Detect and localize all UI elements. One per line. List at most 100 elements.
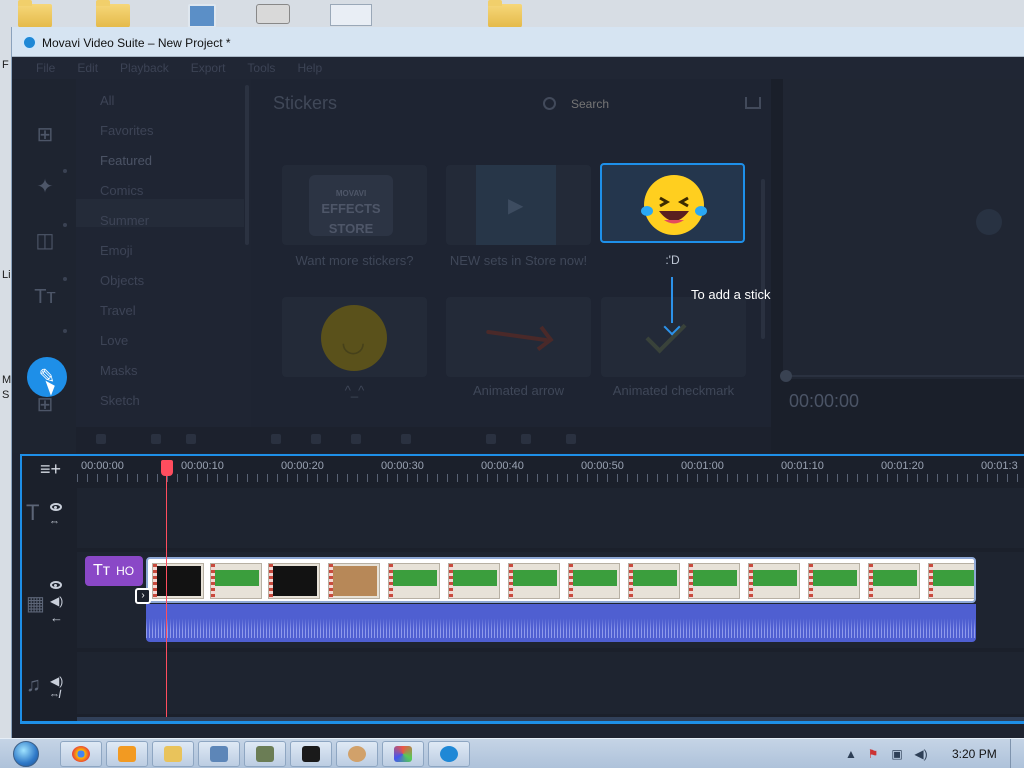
playhead-line[interactable] [166,466,167,721]
playhead-handle[interactable] [161,460,173,476]
toolbar-icon[interactable] [351,434,361,444]
start-button[interactable] [4,739,44,768]
import-icon[interactable]: ⊞ [30,121,60,149]
taskbar: ▲ ⚑ ▣ ◀) 3:20 PM [0,738,1024,768]
network-tray-icon[interactable]: ▣ [890,747,904,761]
preview-seek-knob[interactable] [780,370,792,382]
taskbar-colors-button[interactable] [382,741,424,767]
animated-checkmark-sticker[interactable] [601,297,746,377]
sticker-label: Animated checkmark [612,383,735,398]
timeline: ≡+ T ⇔ ▦ ◀) ← ♫ ◀) ⇎ 00:00:00 00:00:10 0… [20,454,1024,724]
sticker-store-card[interactable]: MOVAVI EFFECTS STORE [282,165,427,245]
cart-icon[interactable] [745,97,761,109]
volume-icon[interactable]: ◀) [914,747,928,761]
chevron-up-icon[interactable]: ▲ [844,747,858,761]
search-icon[interactable] [543,97,556,110]
menu-playback[interactable]: Playback [120,61,169,75]
category-favorites[interactable]: Favorites [100,123,153,138]
unlink-icon[interactable]: ⇎ [49,689,60,701]
toolbar-icon[interactable] [521,434,531,444]
toolbar-icon[interactable] [401,434,411,444]
new-sets-card[interactable] [446,165,591,245]
taskbar-7zip-button[interactable] [290,741,332,767]
toolbar-icon[interactable] [566,434,576,444]
preview-seekbar[interactable] [783,375,1024,377]
category-emoji[interactable]: Emoji [100,243,133,258]
animated-arrow-sticker[interactable] [446,297,591,377]
ruler-ticks [77,474,1024,482]
category-all[interactable]: All [100,93,114,108]
add-track-icon[interactable]: ≡+ [40,460,61,478]
titles-icon[interactable]: Tт [30,283,60,311]
toolbar-icon[interactable] [271,434,281,444]
video-clip[interactable] [146,557,976,603]
menu-file[interactable]: File [36,61,55,75]
folder-icon [164,746,182,762]
show-desktop-button[interactable] [1010,739,1024,768]
ruler-label: 00:01:10 [781,460,824,472]
toolbar-icon[interactable] [486,434,496,444]
computer-icon[interactable] [188,4,216,28]
menu-help[interactable]: Help [297,61,322,75]
title-clip[interactable]: Tт HO [85,556,143,586]
toolbar-icon[interactable] [151,434,161,444]
category-scrollbar[interactable] [245,85,249,245]
category-travel[interactable]: Travel [100,303,136,318]
smile-emoji-sticker[interactable] [282,297,427,377]
taskbar-network-button[interactable] [244,741,286,767]
filters-icon[interactable]: ✦ [30,173,60,201]
transitions-icon[interactable]: ◫ [30,227,60,255]
category-sketch[interactable]: Sketch [100,393,140,408]
taskbar-explorer-button[interactable] [152,741,194,767]
taskbar-movavi-button[interactable] [428,741,470,767]
menu-tools[interactable]: Tools [247,61,275,75]
chrome-icon [72,746,90,762]
chevron-right-icon[interactable]: › [135,588,151,604]
taskbar-clock[interactable]: 3:20 PM [952,747,997,761]
ruler-label: 00:00:30 [381,460,424,472]
category-love[interactable]: Love [100,333,128,348]
menu-export[interactable]: Export [191,61,226,75]
printer-icon[interactable] [256,4,290,24]
speaker-icon[interactable]: ◀) [50,674,63,688]
menu-edit[interactable]: Edit [77,61,98,75]
stickers-scrollbar[interactable] [761,179,765,339]
speaker-icon[interactable]: ◀) [50,594,63,608]
desktop: F Li M S Movavi Video Suite – New Projec… [0,0,1024,768]
taskbar-paint-button[interactable] [336,741,378,767]
media-player-icon [118,746,136,762]
category-summer[interactable]: Summer [100,213,149,228]
toolbar-icon[interactable] [96,434,106,444]
desktop-folder-icon[interactable] [488,0,522,28]
category-objects[interactable]: Objects [100,273,144,288]
arrow-left-icon[interactable]: ← [50,610,63,625]
taskbar-chrome-button[interactable] [60,741,102,767]
category-featured[interactable]: Featured [100,153,152,168]
music-track[interactable] [77,652,1024,714]
timeline-scrollbar[interactable] [77,717,1024,721]
title-track[interactable] [77,488,1024,548]
eye-icon[interactable] [50,503,62,511]
link-icon[interactable]: ⇔ [49,516,60,528]
preview-watermark-icon [976,209,1002,235]
time-ruler[interactable]: 00:00:00 00:00:10 00:00:20 00:00:30 00:0… [77,456,1024,484]
taskbar-media-button[interactable] [106,741,148,767]
title-bar[interactable]: Movavi Video Suite – New Project * [12,27,1024,57]
more-tools-icon[interactable]: ⊞ [30,391,60,419]
flag-icon[interactable]: ⚑ [866,747,880,761]
desktop-folder-icon[interactable] [18,0,52,28]
desktop-folder-icon[interactable] [96,0,130,28]
eye-icon[interactable] [50,581,62,589]
window-icon[interactable] [330,4,372,26]
drag-hint-arrow [671,277,673,323]
taskbar-window-button[interactable] [198,741,240,767]
sticker-search-input[interactable] [571,93,721,115]
system-tray: ▲ ⚑ ▣ ◀) 3:20 PM [840,739,1024,768]
toolbar-icon[interactable] [186,434,196,444]
toolbar-icon[interactable] [311,434,321,444]
category-masks[interactable]: Masks [100,363,138,378]
audio-clip[interactable] [146,604,976,642]
category-comics[interactable]: Comics [100,183,143,198]
window-icon [210,746,228,762]
laughing-emoji-sticker[interactable] [600,163,745,243]
